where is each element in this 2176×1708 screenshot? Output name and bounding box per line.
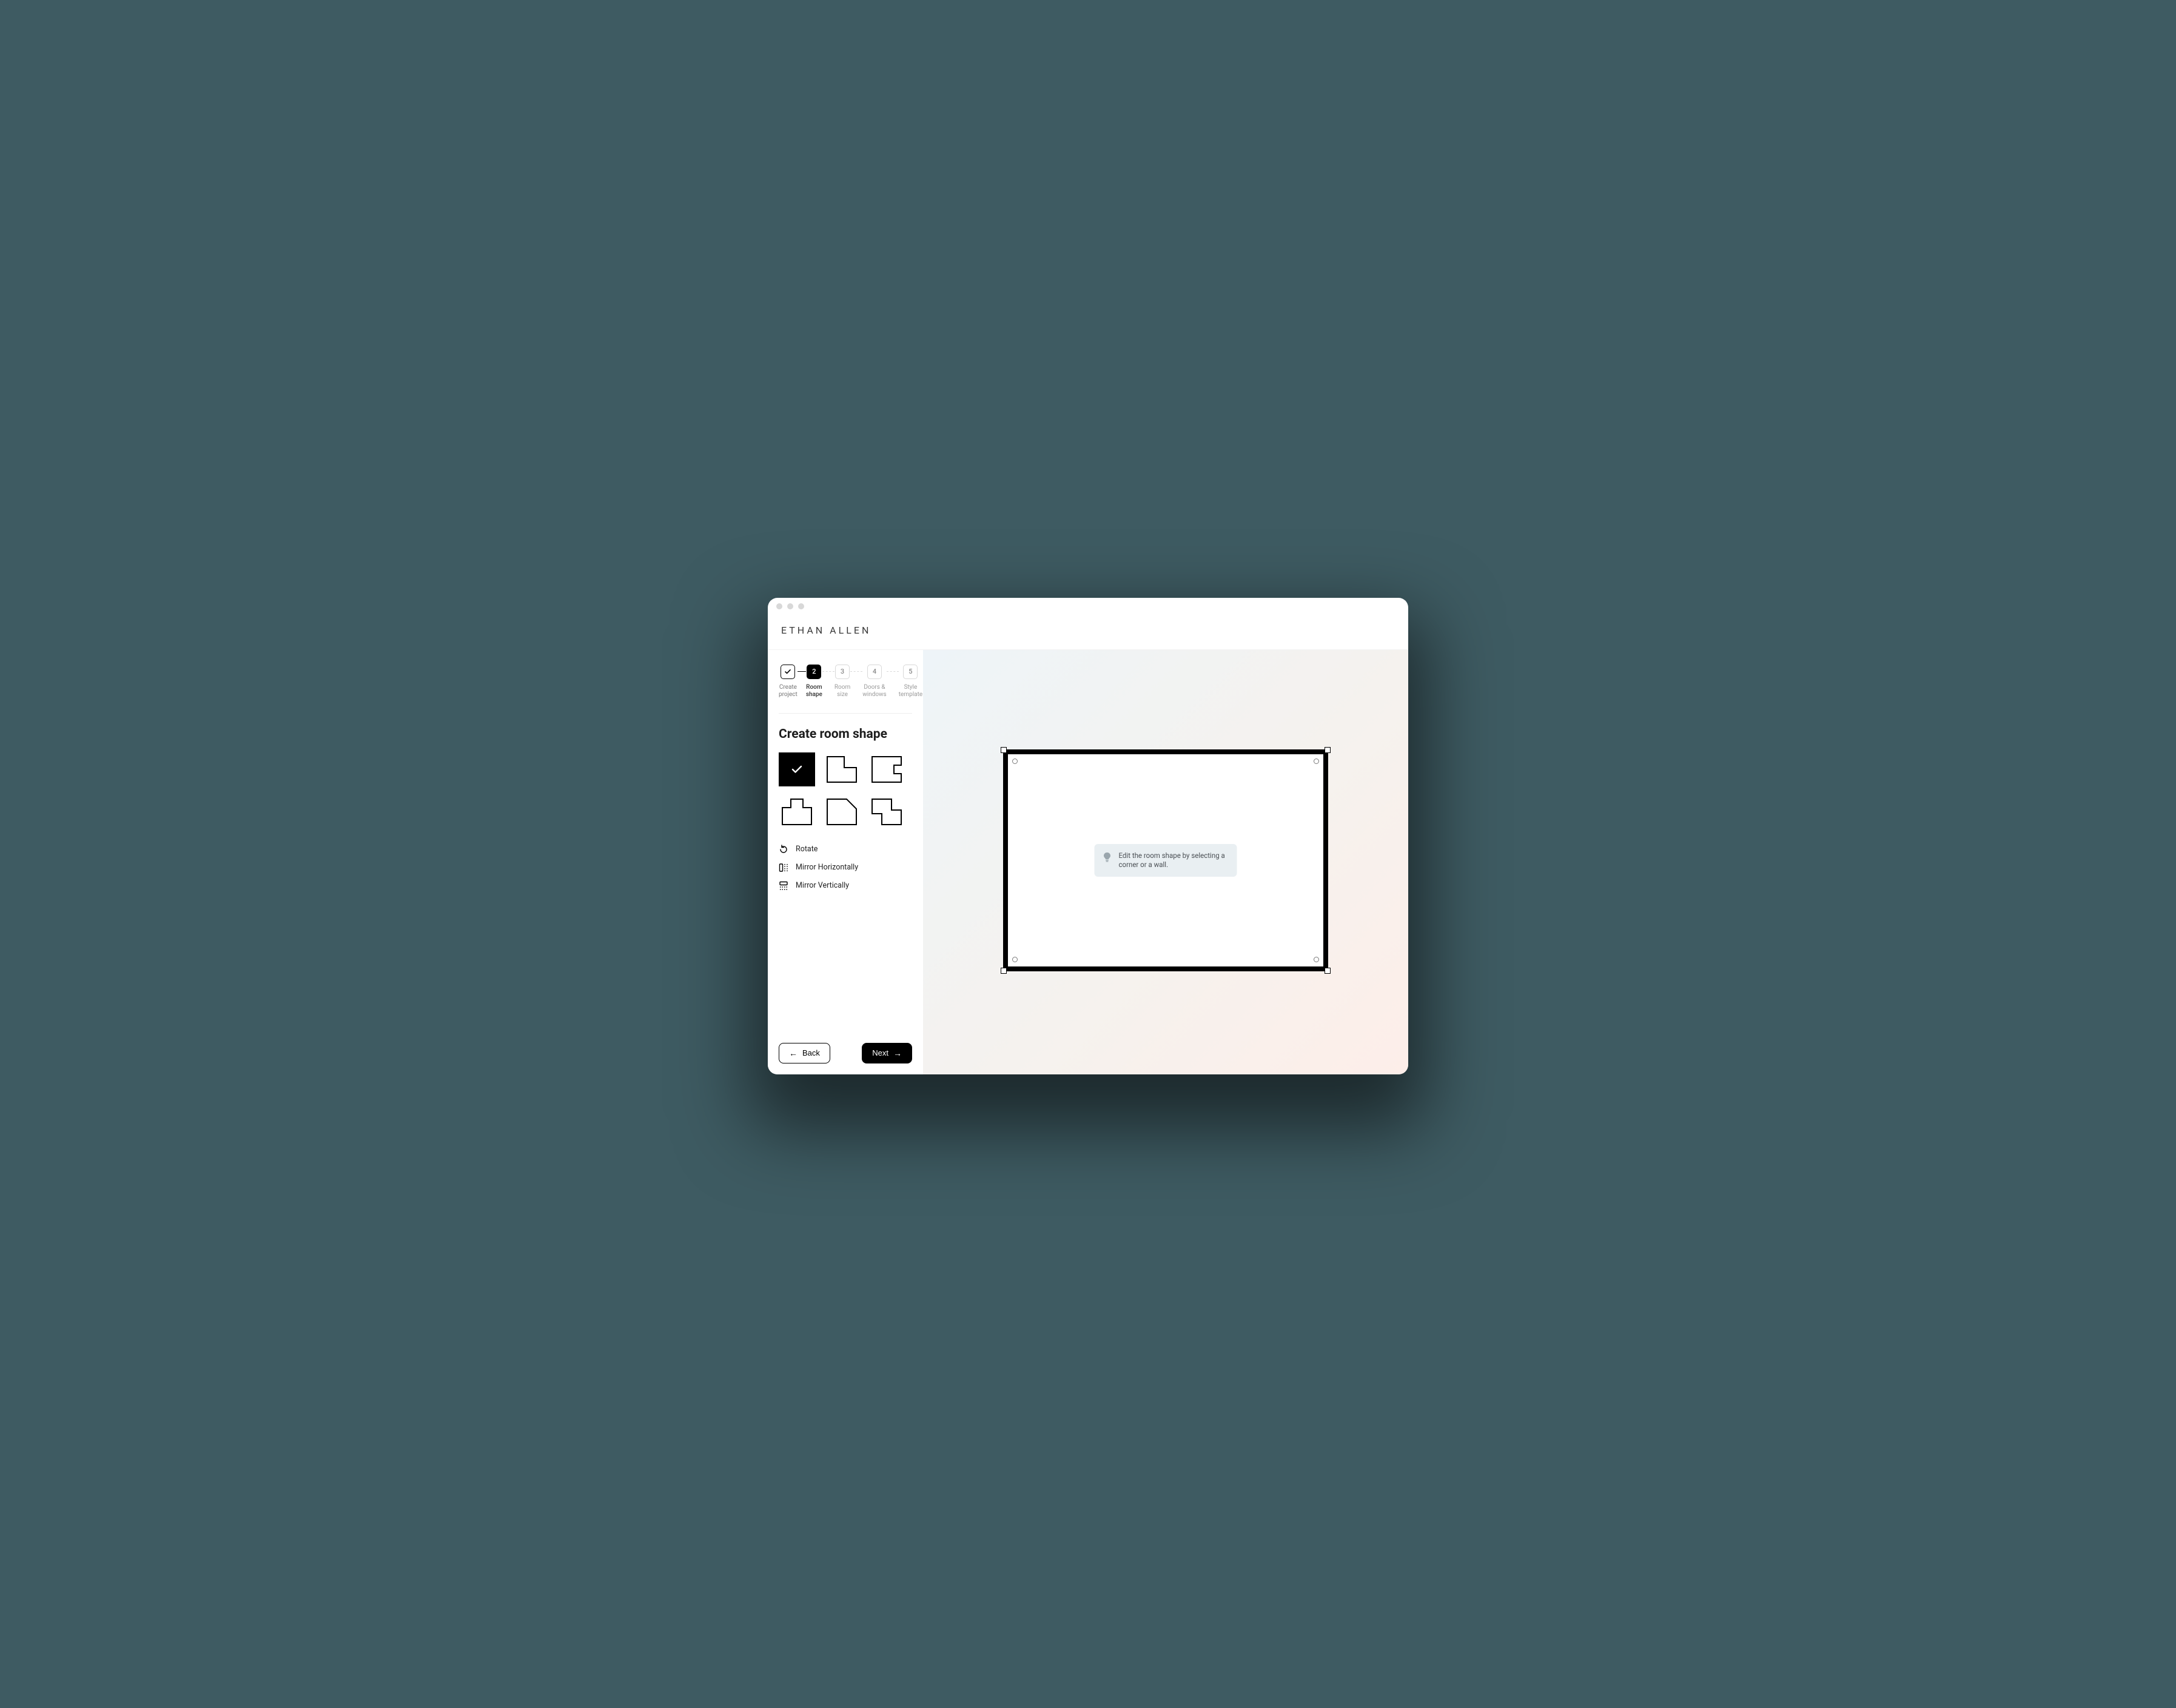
lightbulb-icon (1103, 852, 1112, 863)
step-label: Style template (899, 684, 922, 698)
shape-l[interactable] (824, 752, 860, 786)
tool-label: Mirror Vertically (796, 881, 849, 890)
step-number: 2 (812, 668, 816, 675)
tool-label: Mirror Horizontally (796, 863, 858, 872)
divider (779, 713, 912, 714)
corner-marker[interactable] (1012, 759, 1018, 764)
resize-handle-tl[interactable] (1001, 747, 1007, 753)
rotate-icon (779, 845, 788, 854)
app-window: ETHAN ALLEN Create project 2 Room shape (768, 598, 1408, 1074)
tool-label: Rotate (796, 845, 818, 854)
shape-picker (779, 752, 912, 829)
tool-mirror-vertical[interactable]: Mirror Vertically (779, 881, 912, 891)
section-title: Create room shape (779, 727, 912, 742)
resize-handle-br[interactable] (1325, 968, 1331, 974)
step-room-shape[interactable]: 2 Room shape (806, 665, 822, 698)
shape-rectangle[interactable] (779, 752, 815, 786)
resize-handle-tr[interactable] (1325, 747, 1331, 753)
room-shape[interactable]: Edit the room shape by selecting a corne… (1003, 749, 1328, 971)
hint-text: Edit the room shape by selecting a corne… (1119, 851, 1226, 869)
sidebar: Create project 2 Room shape 3 Room size … (768, 650, 923, 1074)
corner-marker[interactable] (1314, 759, 1319, 764)
step-room-size[interactable]: 3 Room size (834, 665, 850, 698)
check-icon (785, 669, 791, 674)
mirror-vertical-icon (779, 881, 788, 891)
step-label: Room shape (806, 684, 822, 698)
tool-mirror-horizontal[interactable]: Mirror Horizontally (779, 863, 912, 872)
resize-handle-bl[interactable] (1001, 968, 1007, 974)
back-button[interactable]: ← Back (779, 1043, 830, 1063)
brand-logo: ETHAN ALLEN (781, 625, 1395, 636)
tool-rotate[interactable]: Rotate (779, 845, 912, 854)
app-header: ETHAN ALLEN (768, 614, 1408, 650)
step-doors-windows[interactable]: 4 Doors & windows (862, 665, 887, 698)
step-label: Doors & windows (862, 684, 887, 698)
window-titlebar (768, 598, 1408, 614)
step-create-project[interactable]: Create project (779, 665, 798, 698)
window-dot (787, 603, 793, 609)
step-number: 5 (908, 668, 912, 675)
corner-marker[interactable] (1012, 957, 1018, 962)
shape-z[interactable] (868, 795, 905, 829)
window-dot (776, 603, 782, 609)
step-number: 4 (873, 668, 876, 675)
arrow-left-icon: ← (789, 1049, 798, 1057)
corner-marker[interactable] (1314, 957, 1319, 962)
step-label: Room size (834, 684, 850, 698)
arrow-right-icon: → (893, 1049, 902, 1057)
button-label: Back (802, 1048, 820, 1057)
window-dot (798, 603, 804, 609)
button-label: Next (872, 1048, 888, 1057)
shape-t-notch[interactable] (779, 795, 815, 829)
design-canvas[interactable]: Edit the room shape by selecting a corne… (923, 650, 1408, 1074)
step-style-template[interactable]: 5 Style template (899, 665, 922, 698)
progress-stepper: Create project 2 Room shape 3 Room size … (779, 665, 912, 698)
shape-cut-corner[interactable] (824, 795, 860, 829)
next-button[interactable]: Next → (862, 1043, 912, 1063)
step-label: Create project (779, 684, 798, 698)
hint-tooltip: Edit the room shape by selecting a corne… (1095, 844, 1237, 877)
shape-u-notch[interactable] (868, 752, 905, 786)
mirror-horizontal-icon (779, 863, 788, 872)
step-number: 3 (841, 668, 844, 675)
transform-tools: Rotate Mirror Horizontally Mirror Vertic… (779, 845, 912, 891)
